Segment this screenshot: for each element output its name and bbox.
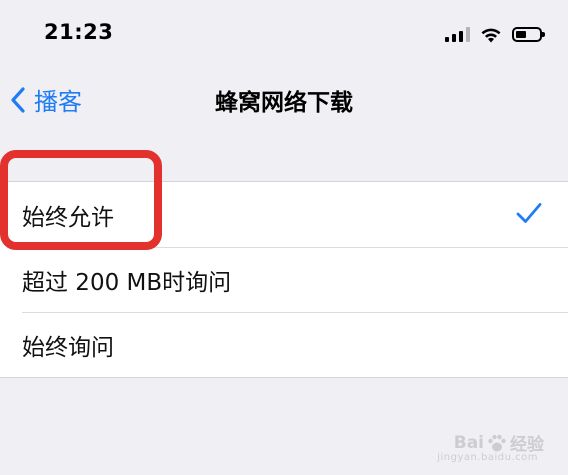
watermark-brand-left: Bai xyxy=(453,432,484,453)
option-always-ask[interactable]: 始终询问 xyxy=(0,312,568,377)
status-icons xyxy=(445,24,545,44)
option-label: 超过 200 MB时询问 xyxy=(22,269,232,296)
battery-icon xyxy=(512,26,545,42)
option-ask-over-200mb[interactable]: 超过 200 MB时询问 xyxy=(0,247,568,312)
watermark-url: jingyan.baidu.com xyxy=(437,452,538,463)
status-bar: 21:23 xyxy=(0,0,568,64)
page-title: 蜂窝网络下载 xyxy=(215,90,353,116)
wifi-icon xyxy=(481,28,501,42)
red-highlight-box xyxy=(0,150,162,250)
baidu-watermark: Bai 经验 jingyan.baidu.com xyxy=(437,430,544,464)
cellular-signal-icon xyxy=(445,26,470,42)
navigation-bar: 播客 蜂窝网络下载 xyxy=(0,64,568,134)
paw-icon xyxy=(488,434,506,451)
status-time: 21:23 xyxy=(44,20,114,44)
checkmark-icon xyxy=(516,203,542,223)
settings-screen: 21:23 播客 蜂窝网络下载 始终允许 超过 200 MB时询问 始终询问 B… xyxy=(0,0,568,475)
option-label: 始终询问 xyxy=(22,334,114,361)
